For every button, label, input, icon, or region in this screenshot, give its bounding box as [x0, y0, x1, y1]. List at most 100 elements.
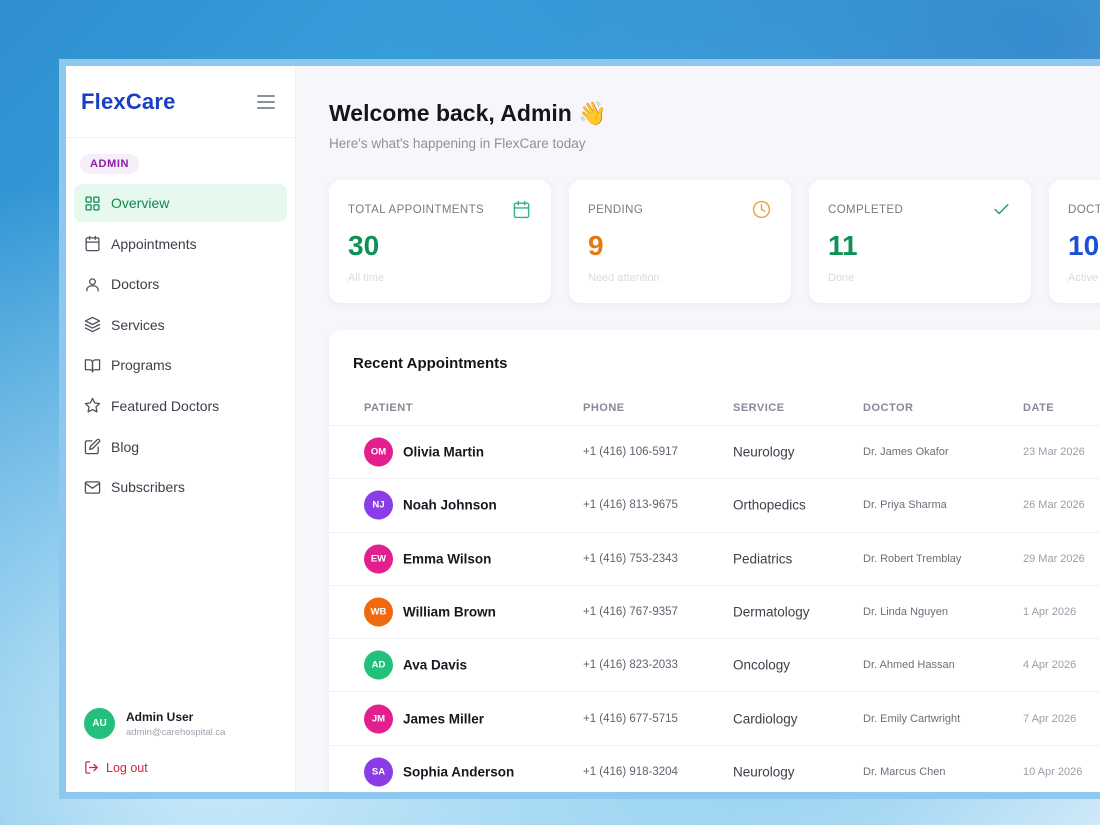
sidebar-item-blog[interactable]: Blog [74, 428, 287, 466]
sidebar-item-subscribers[interactable]: Subscribers [74, 468, 287, 506]
sidebar-item-label: Overview [111, 195, 170, 211]
date-cell: 10 Apr 2026 [1023, 765, 1083, 778]
table-row[interactable]: NJ Noah Johnson +1 (416) 813-9675 Orthopedi… [329, 479, 1100, 533]
stat-card-total-appointments[interactable]: TOTAL APPOINTMENTS 30 All time [329, 180, 551, 303]
phone-cell: +1 (416) 823-2033 [583, 659, 678, 672]
patient-cell: EW Emma Wilson [364, 544, 491, 574]
stat-value: 10 [1068, 230, 1100, 261]
column-header-service[interactable]: SERVICE [733, 402, 785, 414]
stat-caption: All time [348, 272, 385, 284]
patient-avatar: OM [364, 437, 393, 467]
doctor-cell: Dr. Emily Cartwright [863, 712, 961, 725]
date-cell: 1 Apr 2026 [1023, 606, 1077, 619]
patient-avatar: EW [364, 544, 393, 574]
table-row[interactable]: SA Sophia Anderson +1 (416) 918-3204 Neurol… [329, 746, 1100, 792]
doctor-cell: Dr. Robert Tremblay [863, 552, 962, 565]
column-header-date[interactable]: DATE [1023, 402, 1054, 414]
hamburger-menu-icon[interactable] [257, 94, 275, 109]
main-content: Welcome back, Admin 👋 Here's what's happ… [296, 66, 1100, 792]
user-email: admin@carehospital.ca [126, 726, 226, 738]
recent-appointments-card: Recent Appointments PATIENT PHONE SERVICE D… [329, 330, 1100, 792]
sidebar-item-doctors[interactable]: Doctors [74, 265, 287, 303]
doctor-cell: Dr. Ahmed Hassan [863, 659, 955, 672]
phone-cell: +1 (416) 677-5715 [583, 712, 678, 725]
edit-icon [84, 438, 101, 455]
service-cell: Orthopedics [733, 497, 806, 513]
star-icon [84, 397, 101, 414]
stat-card-completed[interactable]: COMPLETED 11 Done [809, 180, 1031, 303]
sidebar-item-label: Programs [111, 357, 172, 374]
book-icon [84, 357, 101, 374]
service-cell: Cardiology [733, 711, 798, 727]
table-row[interactable]: WB William Brown +1 (416) 767-9357 Dermatol… [329, 586, 1100, 640]
patient-name[interactable]: James Miller [403, 711, 484, 726]
stat-label: PENDING [588, 204, 644, 216]
table-row[interactable]: AD Ava Davis +1 (416) 823-2033 Oncology Dr. … [329, 639, 1100, 693]
avatar: AU [84, 708, 115, 739]
page-title: Welcome back, Admin 👋 [329, 100, 607, 126]
sidebar-item-services[interactable]: Services [74, 306, 287, 344]
layers-icon [84, 316, 101, 333]
date-cell: 4 Apr 2026 [1023, 659, 1077, 672]
sidebar-item-label: Appointments [111, 235, 197, 252]
doctor-cell: Dr. Marcus Chen [863, 765, 946, 778]
stat-card-doct[interactable]: DOCT 10 Active [1049, 180, 1100, 303]
sidebar-item-label: Doctors [111, 276, 160, 293]
column-header-phone[interactable]: PHONE [583, 402, 625, 414]
sidebar-item-label: Subscribers [111, 479, 185, 496]
brand-logo[interactable]: FlexCare [81, 89, 176, 115]
patient-cell: AD Ava Davis [364, 650, 467, 680]
patient-cell: OM Olivia Martin [364, 437, 484, 467]
sidebar-item-featured-doctors[interactable]: Featured Doctors [74, 387, 287, 425]
sidebar-header: FlexCare [66, 66, 295, 138]
table-header: PATIENT PHONE SERVICE DOCTOR DATE [329, 400, 1100, 426]
patient-name[interactable]: Olivia Martin [403, 445, 484, 460]
mail-icon [84, 479, 101, 496]
stat-caption: Need attention [588, 272, 660, 284]
phone-cell: +1 (416) 813-9675 [583, 499, 678, 512]
stat-caption: Done [828, 272, 855, 284]
user-meta: Admin User admin@carehospital.ca [126, 710, 225, 738]
doctor-cell: Dr. Linda Nguyen [863, 606, 948, 619]
patient-name[interactable]: Noah Johnson [403, 498, 497, 513]
appointments-table-body: OM Olivia Martin +1 (416) 106-5917 Neurolog… [329, 426, 1100, 792]
patient-name[interactable]: Emma Wilson [403, 551, 491, 566]
sidebar-item-overview[interactable]: Overview [74, 184, 287, 222]
sidebar-item-appointments[interactable]: Appointments [74, 225, 287, 263]
patient-avatar: AD [364, 650, 393, 680]
table-row[interactable]: EW Emma Wilson +1 (416) 753-2343 Pediatrics… [329, 533, 1100, 586]
phone-cell: +1 (416) 106-5917 [583, 446, 678, 459]
service-cell: Neurology [733, 764, 795, 780]
patient-name[interactable]: William Brown [403, 605, 496, 620]
sidebar: FlexCare ADMIN Overview Appointments Docto… [66, 66, 296, 792]
patient-name[interactable]: Ava Davis [403, 658, 467, 673]
column-header-patient[interactable]: PATIENT [364, 402, 413, 414]
sidebar-item-label: Blog [111, 438, 140, 455]
patient-cell: SA Sophia Anderson [364, 757, 514, 787]
phone-cell: +1 (416) 918-3204 [583, 765, 678, 778]
user-name: Admin User [126, 709, 194, 724]
page-subtitle: Here's what's happening in FlexCare toda… [329, 136, 586, 151]
phone-cell: +1 (416) 753-2343 [583, 552, 678, 565]
patient-name[interactable]: Sophia Anderson [403, 764, 514, 779]
date-cell: 29 Mar 2026 [1023, 552, 1085, 565]
logout-label: Log out [106, 760, 148, 775]
service-cell: Pediatrics [733, 551, 793, 567]
sidebar-item-label: Services [111, 316, 165, 333]
logout-button[interactable]: Log out [84, 760, 148, 775]
sidebar-item-programs[interactable]: Programs [74, 346, 287, 384]
column-header-doctor[interactable]: DOCTOR [863, 402, 913, 414]
stat-value: 30 [348, 230, 380, 261]
table-row[interactable]: JM James Miller +1 (416) 677-5715 Cardiolog… [329, 692, 1100, 746]
stat-label: DOCT [1068, 204, 1100, 216]
user-profile[interactable]: AU Admin User admin@carehospital.ca [84, 708, 225, 739]
patient-cell: JM James Miller [364, 704, 484, 734]
doctor-cell: Dr. Priya Sharma [863, 499, 947, 512]
stat-card-pending[interactable]: PENDING 9 Need attention [569, 180, 791, 303]
role-badge: ADMIN [80, 154, 140, 174]
service-cell: Oncology [733, 657, 791, 673]
table-row[interactable]: OM Olivia Martin +1 (416) 106-5917 Neurolog… [329, 426, 1100, 480]
service-cell: Neurology [733, 444, 795, 460]
app-window: FlexCare ADMIN Overview Appointments Docto… [66, 66, 1100, 792]
phone-cell: +1 (416) 767-9357 [583, 606, 678, 619]
